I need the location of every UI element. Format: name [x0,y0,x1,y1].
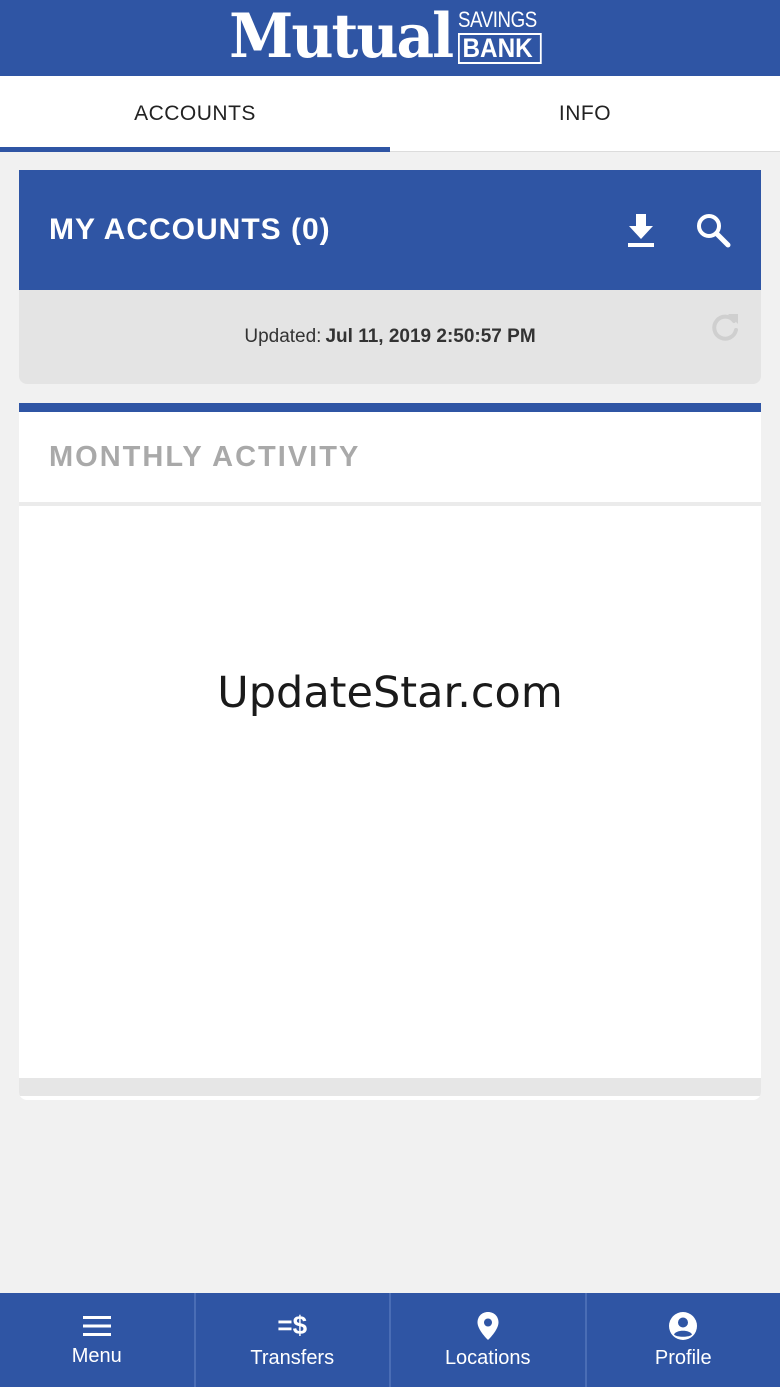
search-icon[interactable] [695,212,731,248]
monthly-activity-card: MONTHLY ACTIVITY UpdateStar.com [19,403,761,1100]
refresh-icon[interactable] [709,310,741,350]
tab-info-label: INFO [558,101,612,125]
updated-timestamp: Jul 11, 2019 2:50:57 PM [325,326,536,347]
nav-transfers-label: Transfers [250,1346,335,1369]
card-footer [19,1078,761,1096]
monthly-activity-title: MONTHLY ACTIVITY [19,412,761,506]
top-tabs: ACCOUNTS INFO [0,76,780,152]
logo-side: SAVINGS BANK [458,6,551,64]
nav-profile-label: Profile [654,1346,712,1369]
nav-profile[interactable]: Profile [587,1293,780,1387]
logo-bank-text: BANK [458,32,542,64]
monthly-activity-content: UpdateStar.com [19,506,761,1078]
tab-info[interactable]: INFO [390,76,780,151]
nav-locations[interactable]: Locations [391,1293,587,1387]
brand-header: Mutual SAVINGS BANK [0,0,780,76]
logo-savings-text: SAVINGS [458,6,537,32]
tab-accounts[interactable]: ACCOUNTS [0,76,390,152]
my-accounts-header: MY ACCOUNTS (0) [19,170,761,290]
menu-icon [82,1313,112,1339]
location-pin-icon [476,1311,500,1341]
bottom-navigation: Menu =$ Transfers Locations Profile [0,1293,780,1387]
nav-menu-label: Menu [71,1344,122,1367]
tab-accounts-label: ACCOUNTS [134,101,256,125]
nav-locations-label: Locations [444,1346,531,1369]
nav-menu[interactable]: Menu [0,1293,196,1387]
header-actions [625,212,731,248]
watermark-text: UpdateStar.com [217,668,563,718]
my-accounts-card: MY ACCOUNTS (0) Updated: Jul 11, 2019 2:… [19,170,761,384]
download-icon[interactable] [625,212,657,248]
updated-label: Updated: [244,326,322,347]
transfers-icon: =$ [277,1309,308,1340]
logo-main-text: Mutual [229,0,454,72]
nav-transfers[interactable]: =$ Transfers [196,1293,391,1387]
my-accounts-title: MY ACCOUNTS (0) [49,213,331,246]
last-updated-row: Updated: Jul 11, 2019 2:50:57 PM [19,290,761,384]
profile-icon [668,1311,698,1341]
bank-logo: Mutual SAVINGS BANK [229,0,551,72]
